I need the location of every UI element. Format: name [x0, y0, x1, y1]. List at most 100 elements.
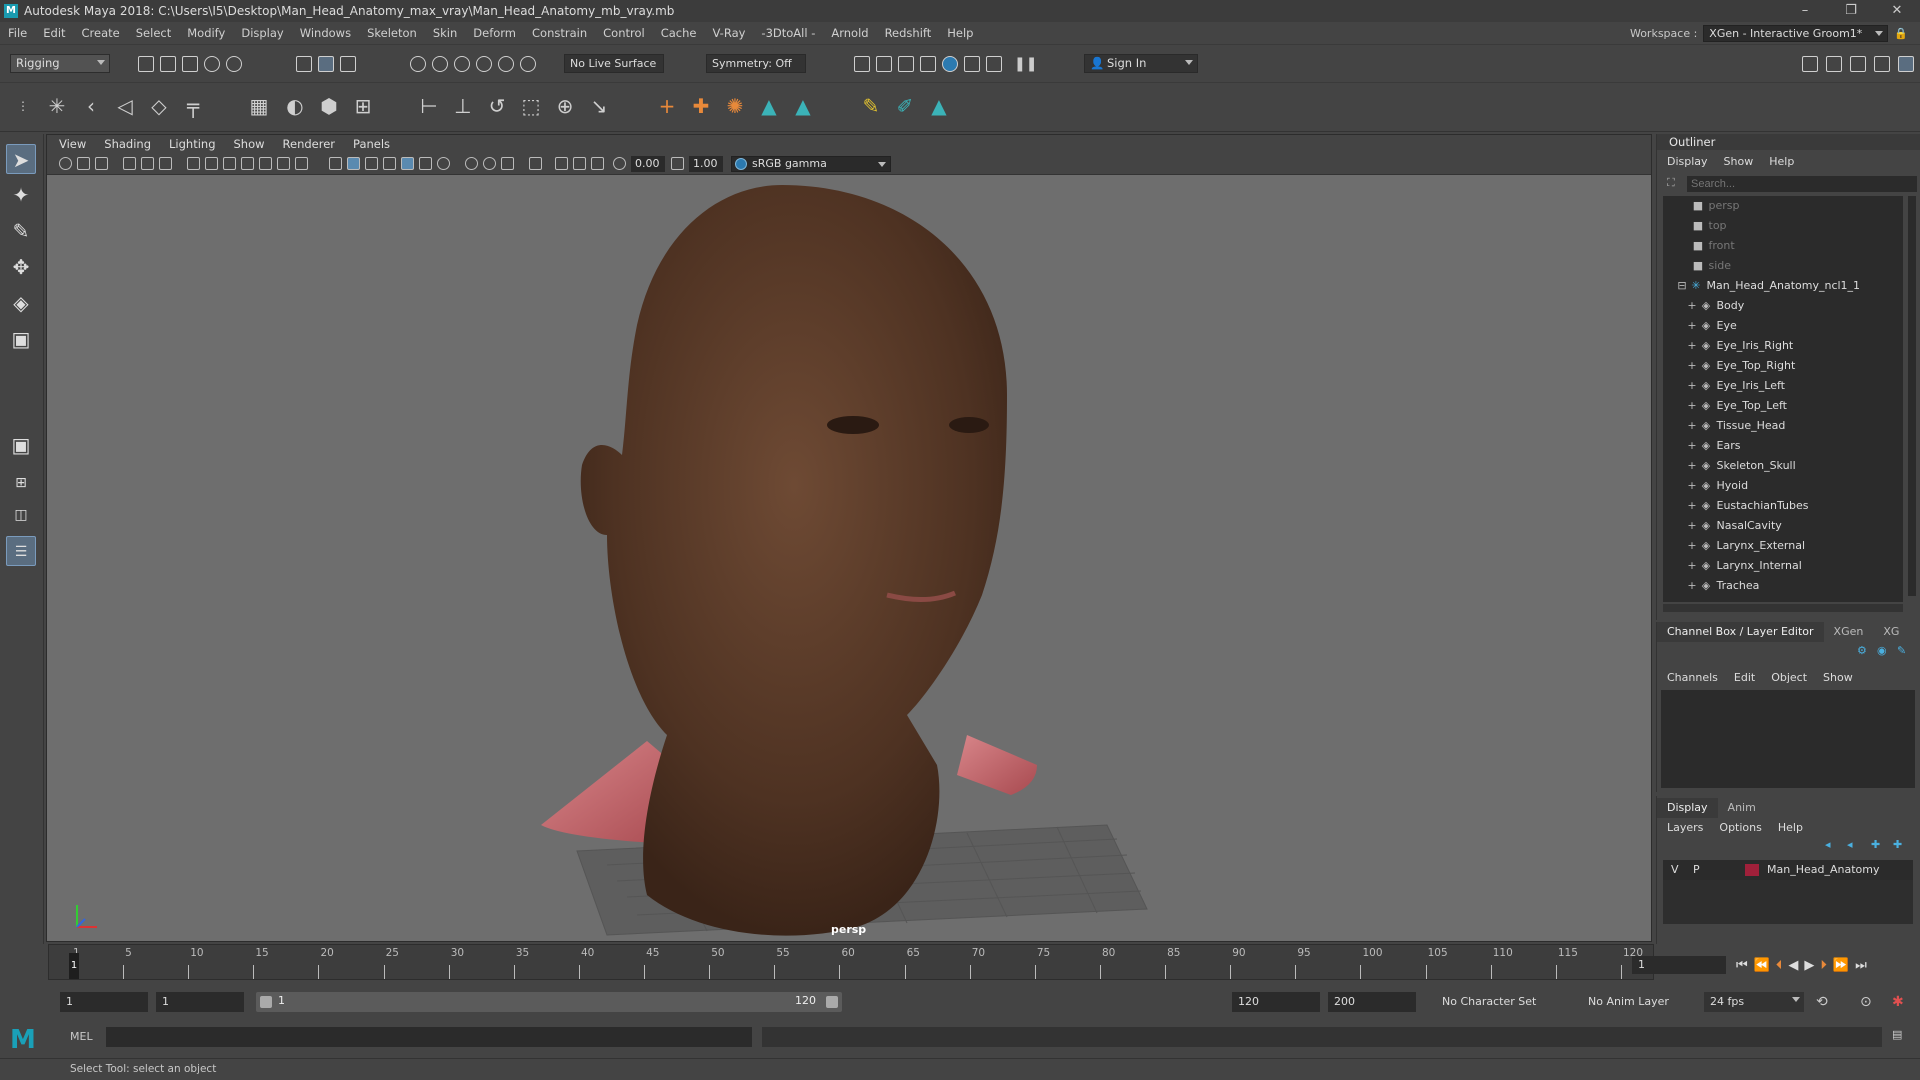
- grid-toggle-icon[interactable]: [187, 157, 200, 170]
- play-forward-icon[interactable]: ▶: [1804, 958, 1814, 973]
- tree-item-larynx-external[interactable]: + ◈ Larynx_External: [1663, 536, 1903, 556]
- new-layer-selected-icon[interactable]: ✚: [1893, 838, 1902, 851]
- outliner-horizontal-scrollbar[interactable]: [1663, 604, 1903, 612]
- paint-select-tool-icon[interactable]: ✎: [6, 216, 36, 246]
- layer-editor-toggle-icon[interactable]: [1898, 56, 1914, 72]
- outliner-menu-help[interactable]: Help: [1769, 155, 1794, 168]
- depth-of-field-icon[interactable]: [501, 157, 514, 170]
- textured-icon[interactable]: [383, 157, 396, 170]
- step-back-frame-icon[interactable]: ⏴: [1776, 958, 1783, 973]
- expand-icon[interactable]: +: [1685, 396, 1699, 416]
- vp-menu-view[interactable]: View: [59, 137, 86, 151]
- attribute-icon[interactable]: ◉: [1877, 644, 1887, 657]
- mirror-joint-icon[interactable]: ◇: [146, 93, 172, 119]
- anim-layer-dropdown[interactable]: No Anim Layer: [1582, 992, 1682, 1012]
- hypershade-icon[interactable]: [942, 56, 958, 72]
- layer-menu-options[interactable]: Options: [1719, 821, 1761, 834]
- close-button[interactable]: ✕: [1874, 0, 1920, 22]
- snap-grid-icon[interactable]: [410, 56, 426, 72]
- tree-item-eye-iris-left[interactable]: + ◈ Eye_Iris_Left: [1663, 376, 1903, 396]
- expand-icon[interactable]: +: [1685, 496, 1699, 516]
- lock-icon[interactable]: 🔒: [1894, 27, 1908, 40]
- cb-menu-edit[interactable]: Edit: [1734, 671, 1755, 684]
- save-scene-icon[interactable]: [182, 56, 198, 72]
- filter-icon[interactable]: ⛶: [1667, 176, 1675, 190]
- annotation-icon[interactable]: ✚: [688, 93, 714, 119]
- expand-icon[interactable]: +: [1685, 436, 1699, 456]
- safe-action-icon[interactable]: [277, 157, 290, 170]
- ipr-render-icon[interactable]: [898, 56, 914, 72]
- character-set-dropdown[interactable]: No Character Set: [1436, 992, 1548, 1012]
- mel-input[interactable]: [106, 1027, 752, 1047]
- outliner-menu-display[interactable]: Display: [1667, 155, 1708, 168]
- outliner-menu-show[interactable]: Show: [1724, 155, 1754, 168]
- image-plane-icon[interactable]: [123, 157, 136, 170]
- gamma-field[interactable]: 1.00: [689, 156, 723, 172]
- move-layer-down-icon[interactable]: ◂: [1847, 838, 1853, 851]
- tree-item-eustachiantubes[interactable]: + ◈ EustachianTubes: [1663, 496, 1903, 516]
- play-backward-icon[interactable]: ◀: [1788, 958, 1798, 973]
- menu-cache[interactable]: Cache: [661, 26, 697, 40]
- tree-item-front[interactable]: ■ front: [1663, 236, 1903, 256]
- ik-handle-icon[interactable]: ‹: [78, 93, 104, 119]
- vray-ipr-icon[interactable]: [986, 56, 1002, 72]
- motion-blur-icon[interactable]: [465, 157, 478, 170]
- expand-icon[interactable]: +: [1685, 356, 1699, 376]
- new-scene-icon[interactable]: [138, 56, 154, 72]
- ambient-occlusion-icon[interactable]: [437, 157, 450, 170]
- tree-item-group[interactable]: ⊟ ✳ Man_Head_Anatomy_ncl1_1: [1663, 276, 1903, 296]
- undo-icon[interactable]: [204, 56, 220, 72]
- menu-select[interactable]: Select: [136, 26, 171, 40]
- camera-select-icon[interactable]: [59, 157, 72, 170]
- scale-tool-icon[interactable]: ▣: [6, 324, 36, 354]
- character-icon[interactable]: ✺: [722, 93, 748, 119]
- viewport-panel[interactable]: View Shading Lighting Show Renderer Pane…: [46, 134, 1652, 942]
- tree-item-ears[interactable]: + ◈ Ears: [1663, 436, 1903, 456]
- snap-curve-icon[interactable]: [432, 56, 448, 72]
- script-editor-icon[interactable]: ▤: [1892, 1028, 1902, 1041]
- channel-box-toggle-icon[interactable]: [1874, 56, 1890, 72]
- paint-skin-weights-icon[interactable]: ✎: [858, 93, 884, 119]
- wireframe-on-shaded-icon[interactable]: [365, 157, 378, 170]
- current-frame-marker[interactable]: 1: [69, 953, 79, 979]
- arnold-render-icon[interactable]: ▲: [756, 93, 782, 119]
- tree-item-eye-top-left[interactable]: + ◈ Eye_Top_Left: [1663, 396, 1903, 416]
- live-surface-field[interactable]: No Live Surface: [564, 54, 664, 73]
- snap-point-icon[interactable]: [454, 56, 470, 72]
- paint-weights-icon[interactable]: ◐: [282, 93, 308, 119]
- orient-constraint-icon[interactable]: ↺: [484, 93, 510, 119]
- tree-item-larynx-internal[interactable]: + ◈ Larynx_Internal: [1663, 556, 1903, 576]
- tab-xg[interactable]: XG: [1873, 622, 1909, 642]
- tree-item-skeleton-skull[interactable]: + ◈ Skeleton_Skull: [1663, 456, 1903, 476]
- aim-constraint-icon[interactable]: ⊕: [552, 93, 578, 119]
- step-back-key-icon[interactable]: ⏪: [1754, 958, 1770, 973]
- grease-pencil-icon[interactable]: [159, 157, 172, 170]
- playback-start-field[interactable]: 1: [156, 992, 244, 1012]
- tab-anim-layers[interactable]: Anim: [1718, 798, 1766, 818]
- snap-vertex-icon[interactable]: [520, 56, 536, 72]
- layer-color-swatch[interactable]: [1745, 864, 1759, 876]
- vp-menu-show[interactable]: Show: [234, 137, 265, 151]
- field-chart-icon[interactable]: [259, 157, 272, 170]
- vray-frame-buffer-icon[interactable]: [964, 56, 980, 72]
- resolution-gate-icon[interactable]: [223, 157, 236, 170]
- menu-deform[interactable]: Deform: [473, 26, 516, 40]
- create-joints-icon[interactable]: ✳: [44, 93, 70, 119]
- render-frame-icon[interactable]: [876, 56, 892, 72]
- point-constraint-icon[interactable]: ⊥: [450, 93, 476, 119]
- redo-icon[interactable]: [226, 56, 242, 72]
- menu-control[interactable]: Control: [603, 26, 645, 40]
- fps-dropdown[interactable]: 24 fps: [1704, 992, 1804, 1012]
- tree-item-body[interactable]: + ◈ Body: [1663, 296, 1903, 316]
- menu-windows[interactable]: Windows: [300, 26, 351, 40]
- mel-label[interactable]: MEL: [70, 1030, 93, 1043]
- render-view-icon[interactable]: [854, 56, 870, 72]
- expand-icon[interactable]: +: [1685, 296, 1699, 316]
- shadows-icon[interactable]: [419, 157, 432, 170]
- step-forward-key-icon[interactable]: ⏩: [1833, 958, 1849, 973]
- outliner-search-input[interactable]: [1687, 176, 1917, 192]
- pause-icon[interactable]: ❚❚: [1014, 56, 1037, 72]
- vp-menu-shading[interactable]: Shading: [104, 137, 151, 151]
- range-slider[interactable]: 1 120: [256, 992, 842, 1012]
- color-space-dropdown[interactable]: sRGB gamma: [731, 156, 891, 172]
